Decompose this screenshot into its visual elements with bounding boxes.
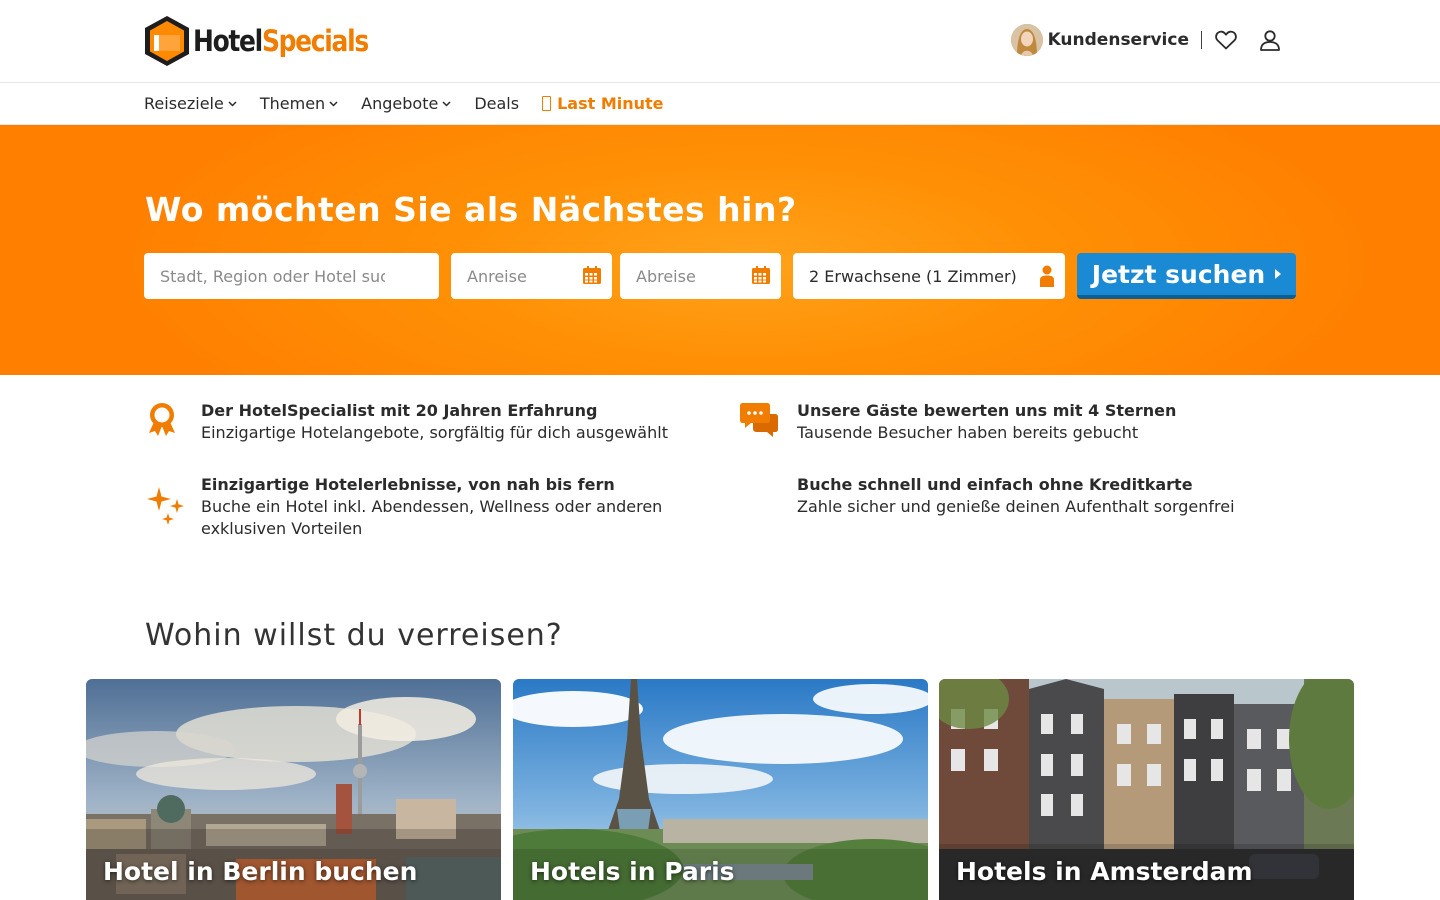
destination-card-berlin[interactable]: Hotel in Berlin buchen: [86, 679, 501, 900]
usp-item: Unsere Gäste bewerten uns mit 4 Sternen …: [797, 400, 1337, 444]
nav-item-reiseziele[interactable]: Reiseziele: [144, 94, 237, 113]
logo-text-specials: Specials: [261, 24, 369, 58]
nav-item-label: Last Minute: [557, 94, 664, 113]
hotelspecials-logo[interactable]: HotelSpecials: [144, 15, 396, 67]
logo-wordmark: HotelSpecials: [193, 24, 369, 58]
destination-card-label: Hotels in Amsterdam: [956, 857, 1253, 886]
destination-card-amsterdam[interactable]: Hotels in Amsterdam: [939, 679, 1354, 900]
nav-item-angebote[interactable]: Angebote: [361, 94, 451, 113]
search-button[interactable]: Jetzt suchen: [1077, 253, 1296, 299]
logo-text-hotel: Hotel: [193, 24, 263, 58]
destination-input[interactable]: Stadt, Region oder Hotel suchen: [144, 253, 439, 299]
usp-item: Buche schnell und einfach ohne Kreditkar…: [797, 474, 1337, 518]
nav-item-label: Deals: [474, 94, 520, 113]
usp-title: Einzigartige Hotelerlebnisse, von nah bi…: [201, 475, 615, 494]
usp-title: Buche schnell und einfach ohne Kreditkar…: [797, 475, 1193, 494]
customer-service-avatar[interactable]: [1010, 24, 1043, 56]
main-nav: Reiseziele Themen Angebote Deals Last Mi…: [0, 83, 1440, 125]
user-account-icon[interactable]: [1258, 28, 1282, 52]
customer-service-link[interactable]: Kundenservice: [1048, 30, 1189, 50]
checkout-date-input[interactable]: Abreise: [620, 253, 781, 299]
nav-item-label: Themen: [259, 94, 326, 113]
hero-search-section: Wo möchten Sie als Nächstes hin? Stadt, …: [0, 125, 1440, 375]
usp-item: Einzigartige Hotelerlebnisse, von nah bi…: [201, 474, 701, 540]
nav-item-themen[interactable]: Themen: [260, 94, 338, 113]
destination-card-label: Hotels in Paris: [530, 857, 735, 886]
hero-title: Wo möchten Sie als Nächstes hin?: [145, 190, 797, 229]
usp-title: Unsere Gäste bewerten uns mit 4 Sternen: [797, 401, 1177, 420]
chevron-down-icon: [329, 100, 338, 107]
sparkles-icon: [147, 487, 184, 525]
destination-placeholder: Stadt, Region oder Hotel suchen: [160, 266, 385, 286]
last-minute-icon: [542, 96, 552, 111]
usp-title: Der HotelSpecialist mit 20 Jahren Erfahr…: [201, 401, 598, 420]
destination-card-label: Hotel in Berlin buchen: [103, 857, 418, 886]
chevron-down-icon: [228, 100, 237, 107]
header-actions: Kundenservice: [1010, 23, 1282, 57]
destination-card-paris[interactable]: Hotels in Paris: [513, 679, 928, 900]
usp-item: Der HotelSpecialist mit 20 Jahren Erfahr…: [201, 400, 741, 444]
nav-item-deals[interactable]: Deals: [474, 94, 519, 113]
usp-description: Buche ein Hotel inkl. Abendessen, Wellne…: [201, 497, 663, 538]
guests-value: 2 Erwachsene (1 Zimmer): [809, 266, 1017, 286]
checkout-placeholder: Abreise: [636, 266, 696, 286]
logo-mark-icon: [144, 15, 190, 67]
chevron-down-icon: [442, 100, 451, 107]
calendar-icon: [583, 266, 601, 284]
usp-section: Der HotelSpecialist mit 20 Jahren Erfahr…: [0, 375, 1440, 582]
destination-cards: Hotel in Berlin buchen Hotels in Paris H…: [86, 679, 1354, 900]
nav-item-label: Angebote: [361, 94, 439, 113]
header-divider: [1201, 31, 1202, 49]
search-button-label: Jetzt suchen: [1091, 259, 1266, 289]
person-icon: [1040, 265, 1054, 287]
chat-bubbles-icon: [740, 403, 778, 437]
checkin-placeholder: Anreise: [467, 266, 527, 286]
heart-icon[interactable]: [1214, 28, 1238, 52]
caret-right-icon: [1275, 269, 1282, 279]
usp-description: Tausende Besucher haben bereits gebucht: [797, 423, 1139, 442]
top-header: HotelSpecials Kundenservice: [0, 0, 1440, 83]
checkin-date-input[interactable]: Anreise: [451, 253, 612, 299]
destinations-title: Wohin willst du verreisen?: [145, 618, 563, 653]
nav-item-last-minute[interactable]: Last Minute: [542, 94, 664, 113]
usp-description: Zahle sicher und genieße deinen Aufentha…: [797, 497, 1235, 516]
calendar-icon: [752, 266, 770, 284]
usp-description: Einzigartige Hotelangebote, sorgfältig f…: [201, 423, 668, 442]
award-icon: [149, 403, 175, 436]
nav-item-label: Reiseziele: [144, 94, 224, 113]
guests-selector[interactable]: 2 Erwachsene (1 Zimmer): [793, 253, 1065, 299]
